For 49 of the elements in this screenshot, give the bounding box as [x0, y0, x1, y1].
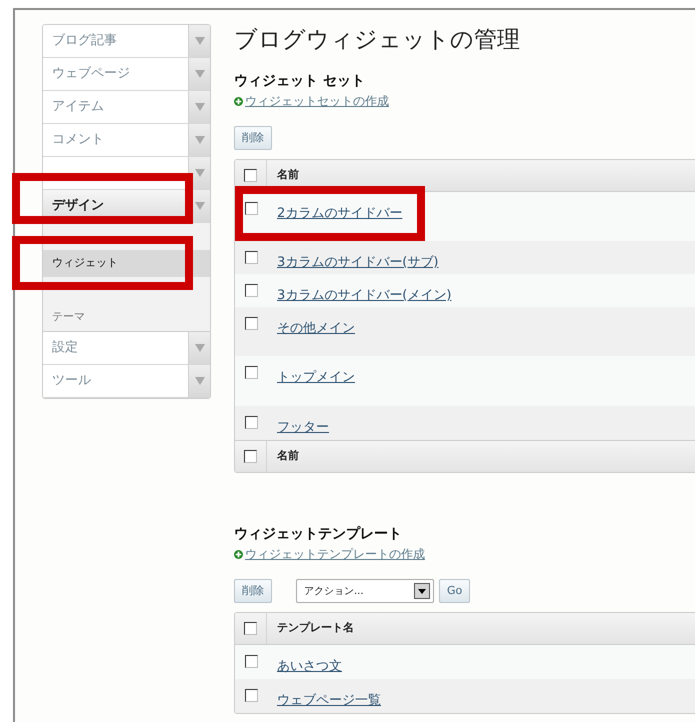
checkbox[interactable] — [244, 169, 257, 182]
table-row-link[interactable]: フッター — [277, 420, 329, 435]
dropdown-arrow-icon — [194, 70, 204, 78]
checkbox[interactable] — [244, 689, 258, 702]
table-row-link[interactable]: 2カラムのサイドバー — [277, 206, 402, 221]
submenu-item[interactable]: テーマ — [43, 304, 210, 331]
delete-button[interactable]: 削除 — [234, 579, 272, 603]
column-header: 名前 — [276, 448, 299, 464]
table-row-link[interactable]: トップメイン — [277, 370, 355, 385]
checkbox[interactable] — [244, 366, 258, 379]
table-row-link[interactable]: その他メイン — [277, 321, 355, 336]
column-header: テンプレート名 — [276, 620, 354, 636]
dropdown-arrow-icon — [194, 202, 204, 210]
table-row-link[interactable]: ウェブページ一覧 — [277, 693, 381, 708]
table-row-link[interactable]: 3カラムのサイドバー(サブ) — [277, 255, 438, 270]
checkbox[interactable] — [244, 450, 257, 463]
add-icon — [234, 96, 243, 106]
sidebar-item[interactable]: ブログ記事 — [43, 25, 210, 58]
submenu-item[interactable]: ウィジェット — [43, 250, 210, 277]
sidebar-item[interactable]: コメント — [43, 124, 210, 157]
delete-button[interactable]: 削除 — [234, 126, 272, 150]
dropdown-arrow-icon — [194, 103, 204, 111]
sidebar-item[interactable]: アイテム — [43, 91, 210, 124]
checkbox[interactable] — [244, 655, 258, 668]
page-title: ブログウィジェットの管理 — [234, 26, 520, 55]
sidebar-item[interactable]: ウェブページ — [43, 58, 210, 91]
dropdown-arrow-icon — [194, 169, 204, 177]
dropdown-arrow-icon — [194, 377, 204, 385]
go-button[interactable]: Go — [439, 579, 470, 603]
dropdown-arrow-icon — [194, 136, 204, 144]
checkbox[interactable] — [244, 416, 258, 429]
sidebar-item[interactable]: 設定 — [43, 332, 210, 365]
dropdown-arrow-icon — [194, 37, 204, 45]
add-icon — [234, 550, 243, 558]
section-heading: ウィジェット セット — [234, 72, 365, 90]
checkbox[interactable] — [244, 251, 258, 264]
checkbox[interactable] — [244, 317, 258, 330]
checkbox[interactable] — [244, 202, 258, 215]
table-row-link[interactable]: あいさつ文 — [277, 659, 342, 674]
create-link[interactable]: ウィジェットテンプレートの作成 — [245, 545, 425, 563]
checkbox[interactable] — [244, 284, 258, 297]
dropdown-arrow-icon — [194, 344, 204, 352]
action-select[interactable]: アクション... — [296, 579, 434, 603]
table-row-link[interactable]: 3カラムのサイドバー(メイン) — [277, 288, 452, 303]
column-header: 名前 — [276, 167, 299, 184]
create-link[interactable]: ウィジェットセットの作成 — [245, 92, 389, 110]
sidebar-item[interactable]: ツール — [43, 365, 210, 398]
section-heading: ウィジェットテンプレート — [234, 525, 402, 543]
checkbox[interactable] — [244, 622, 257, 635]
